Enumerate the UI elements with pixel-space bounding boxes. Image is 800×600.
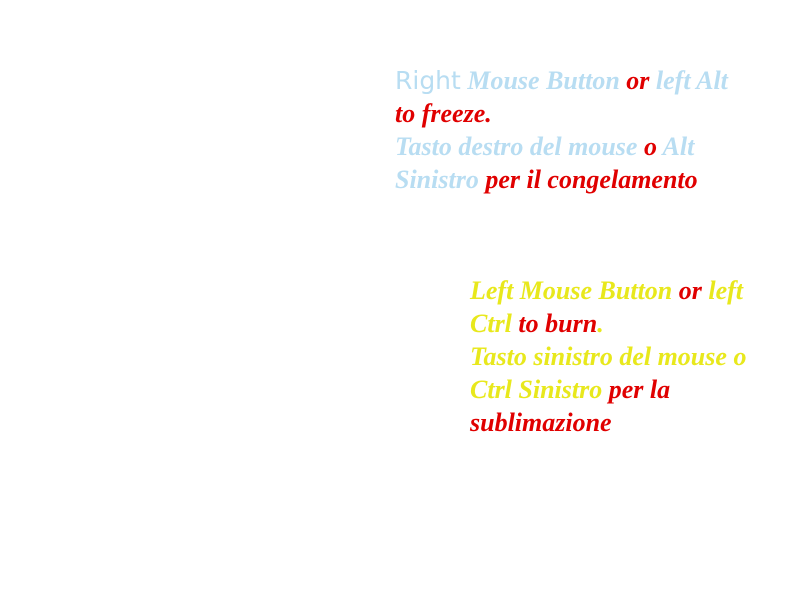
it-right-mouse-key-label: Tasto destro del mouse [395,132,638,161]
freeze-controls-hint: Right Mouse Button or left Alt to freeze… [395,64,728,196]
left-mouse-button-key-label: Left Mouse Button [470,276,673,305]
it-o-connector: o [733,342,747,371]
right-key-label: Right [395,66,461,95]
it-ctrl-sinistro-key-label: Ctrl Sinistro [470,375,603,404]
left-key-label: left [708,276,744,305]
it-burn-action-text: sublimazione [470,408,612,437]
it-left-mouse-key-label: Tasto sinistro del mouse [470,342,727,371]
freeze-hint-line-2: to freeze. [395,97,728,130]
left-alt-key-label: left Alt [655,66,728,95]
game-screen: Right Mouse Button or left Alt to freeze… [0,0,800,600]
burn-hint-line-2: Ctrl to burn. [470,307,746,340]
freeze-hint-line-4: Sinistro per il congelamento [395,163,728,196]
mouse-button-key-label: Mouse Button [467,66,620,95]
it-per-la-text: per la [608,375,671,404]
or-connector: or [626,66,650,95]
burn-hint-line-1: Left Mouse Button or left [470,274,746,307]
burn-hint-line-3: Tasto sinistro del mouse o [470,340,746,373]
freeze-hint-line-1: Right Mouse Button or left Alt [395,64,728,97]
freeze-action-text: to freeze. [395,99,492,128]
it-sinistro-key-label: Sinistro [395,165,479,194]
ctrl-key-label: Ctrl [470,309,512,338]
burn-hint-line-5: sublimazione [470,406,746,439]
burn-period: . [597,309,604,338]
burn-hint-line-4: Ctrl Sinistro per la [470,373,746,406]
burn-controls-hint: Left Mouse Button or left Ctrl to burn. … [470,274,746,439]
it-alt-key-label: Alt [662,132,695,161]
it-o-connector: o [643,132,657,161]
burn-action-text: to burn [518,309,598,338]
freeze-hint-line-3: Tasto destro del mouse o Alt [395,130,728,163]
it-freeze-action-text: per il congelamento [485,165,698,194]
or-connector: or [678,276,702,305]
